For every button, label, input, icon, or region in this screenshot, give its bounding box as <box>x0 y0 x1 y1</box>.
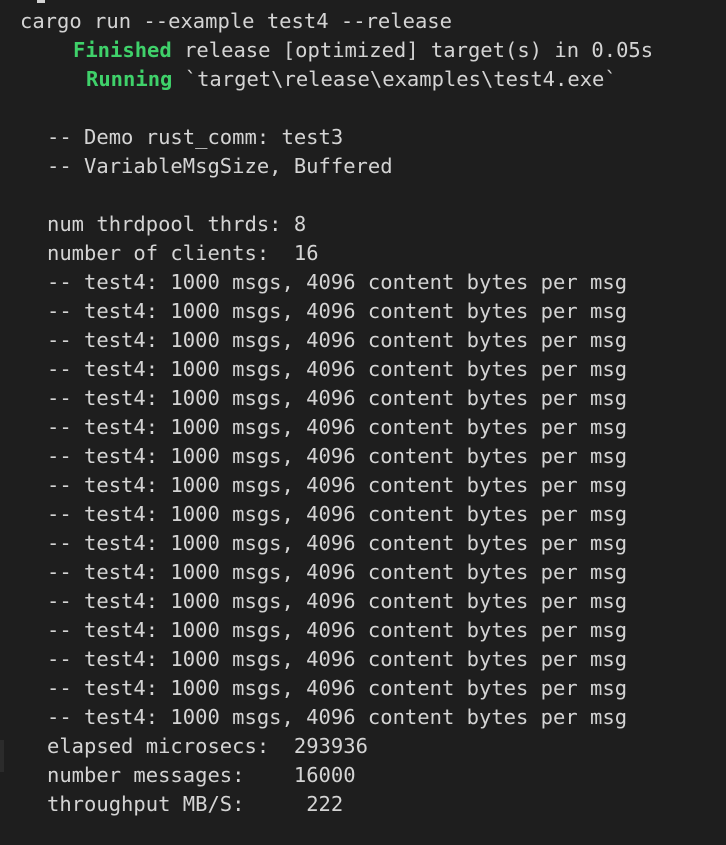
clients-label: number of clients: <box>47 241 270 265</box>
terminal-output[interactable]: cargo run --example test4 --release Fini… <box>0 0 726 845</box>
elapsed-line: elapsed microsecs: 293936 <box>47 732 368 761</box>
test-line: -- test4: 1000 msgs, 4096 content bytes … <box>47 415 628 439</box>
clients-value: 16 <box>293 241 319 265</box>
throughput-value: 222 <box>306 792 344 816</box>
demo-title: -- Demo rust_comm: test3 <box>47 125 344 149</box>
test-line: -- test4: 1000 msgs, 4096 content bytes … <box>47 328 628 352</box>
test-line: -- test4: 1000 msgs, 4096 content bytes … <box>47 531 628 555</box>
test-line: -- test4: 1000 msgs, 4096 content bytes … <box>47 647 628 671</box>
test-line: -- test4: 1000 msgs, 4096 content bytes … <box>47 444 628 468</box>
test-line: -- test4: 1000 msgs, 4096 content bytes … <box>47 473 628 497</box>
test-line: -- test4: 1000 msgs, 4096 content bytes … <box>47 560 628 584</box>
command-text: cargo run --example test4 --release <box>20 9 452 33</box>
test-line: -- test4: 1000 msgs, 4096 content bytes … <box>47 502 628 526</box>
test-line: -- test4: 1000 msgs, 4096 content bytes … <box>47 357 628 381</box>
clients-line: number of clients: 16 <box>47 239 319 268</box>
running-line: Running `target\release\examples\test4.e… <box>86 65 617 94</box>
command-line: cargo run --example test4 --release <box>20 7 452 36</box>
cursor-remnant <box>37 0 45 3</box>
running-text: `target\release\examples\test4.exe` <box>184 67 617 91</box>
threads-label: num thrdpool thrds: <box>47 212 282 236</box>
finished-line: Finished release [optimized] target(s) i… <box>73 36 653 65</box>
test-line: -- test4: 1000 msgs, 4096 content bytes … <box>47 270 628 294</box>
throughput-line: throughput MB/S: 222 <box>47 790 343 819</box>
gutter-marker <box>0 740 4 772</box>
running-keyword: Running <box>86 67 173 91</box>
demo-mode: -- VariableMsgSize, Buffered <box>47 154 393 178</box>
threads-line: num thrdpool thrds: 8 <box>47 210 306 239</box>
messages-value: 16000 <box>293 763 356 787</box>
messages-line: number messages: 16000 <box>47 761 356 790</box>
finished-keyword: Finished <box>73 38 172 62</box>
elapsed-value: 293936 <box>293 734 368 758</box>
threads-value: 8 <box>293 212 307 236</box>
finished-text: release [optimized] target(s) in 0.05s <box>184 38 654 62</box>
test-line: -- test4: 1000 msgs, 4096 content bytes … <box>47 386 628 410</box>
test-line: -- test4: 1000 msgs, 4096 content bytes … <box>47 618 628 642</box>
test-line: -- test4: 1000 msgs, 4096 content bytes … <box>47 299 628 323</box>
messages-label: number messages: <box>47 763 245 787</box>
throughput-label: throughput MB/S: <box>47 792 245 816</box>
test-line: -- test4: 1000 msgs, 4096 content bytes … <box>47 589 628 613</box>
test-line: -- test4: 1000 msgs, 4096 content bytes … <box>47 676 628 700</box>
elapsed-label: elapsed microsecs: <box>47 734 270 758</box>
test-line: -- test4: 1000 msgs, 4096 content bytes … <box>47 705 628 729</box>
